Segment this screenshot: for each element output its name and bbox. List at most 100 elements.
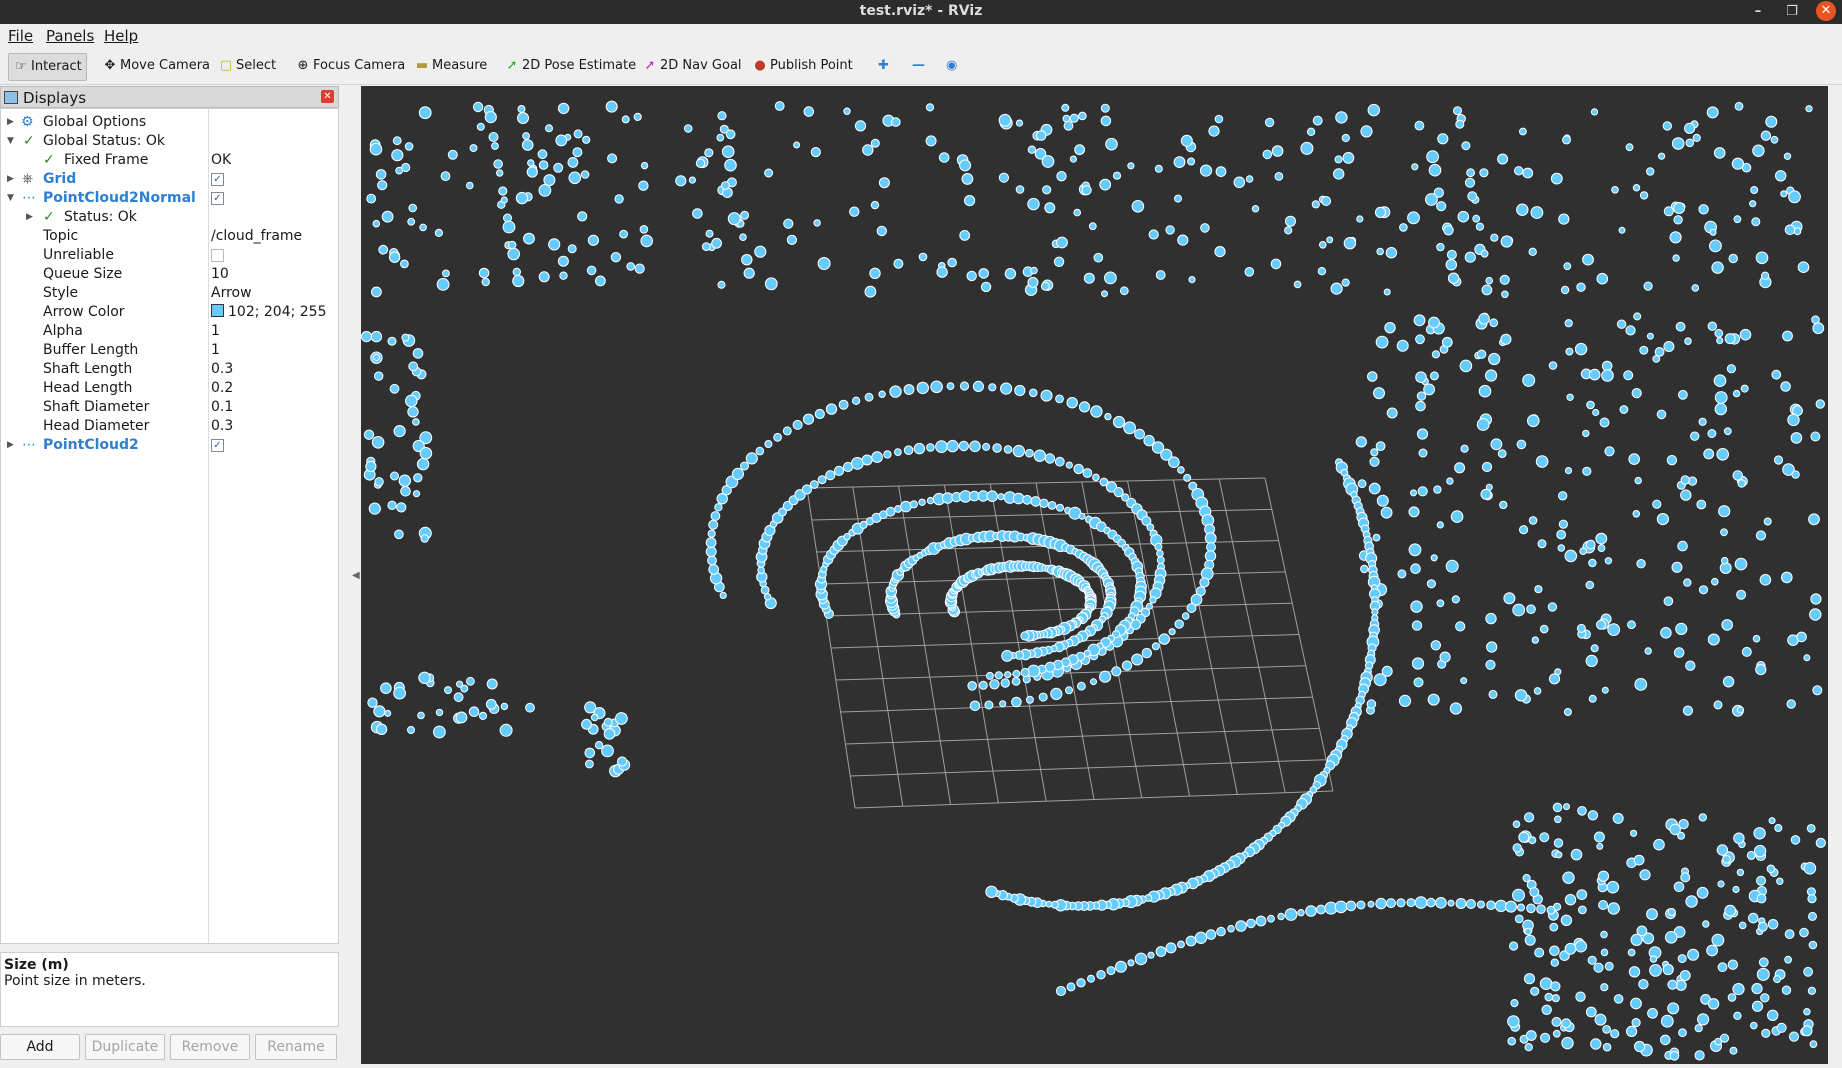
normal-arrow-head: [774, 101, 785, 111]
normal-arrow-head: [1756, 967, 1770, 981]
normal-arrow-head: [1787, 413, 1800, 427]
prop-value[interactable]: 0.3: [211, 417, 233, 436]
normal-arrow-head: [725, 129, 736, 140]
collapse-arrow-icon[interactable]: ▼: [7, 132, 14, 151]
normal-arrow-head: [538, 271, 550, 283]
normal-arrow-head: [1755, 664, 1767, 676]
3d-viewport[interactable]: [360, 86, 1828, 1064]
prop-row[interactable]: Arrow Color 102; 204; 255: [1, 303, 338, 322]
grid-checkbox[interactable]: ✓: [211, 173, 224, 186]
normal-arrow-head: [1523, 973, 1536, 985]
prop-row[interactable]: Unreliable: [1, 246, 338, 265]
select-button[interactable]: ▢ Select: [214, 53, 280, 79]
normal-arrow-head: [1154, 542, 1163, 551]
unreliable-checkbox[interactable]: [211, 249, 224, 262]
normal-arrow-head: [1454, 462, 1466, 474]
rename-button[interactable]: Rename: [255, 1034, 337, 1060]
normal-arrow-head: [1540, 1032, 1551, 1043]
prop-row[interactable]: Alpha 1: [1, 322, 338, 341]
focus-camera-button[interactable]: ⊕ Focus Camera: [291, 53, 409, 79]
normal-arrow-head: [1582, 466, 1592, 476]
splitter-handle[interactable]: ◀: [352, 570, 360, 581]
prop-value[interactable]: 10: [211, 265, 229, 284]
move-camera-button[interactable]: ✥ Move Camera: [98, 53, 214, 79]
normal-arrow-head: [1366, 699, 1377, 709]
remove-tool-icon[interactable]: —: [908, 53, 929, 79]
normal-arrow-head: [1092, 473, 1100, 482]
normal-arrow-head: [537, 149, 548, 160]
menu-panels[interactable]: Panels: [46, 27, 94, 45]
prop-value[interactable]: 0.3: [211, 360, 233, 379]
normal-arrow-head: [1312, 115, 1323, 126]
menu-file[interactable]: File: [8, 27, 33, 45]
normal-arrow-head: [871, 451, 883, 463]
tree-row-pointcloud2[interactable]: ▶ ⋯ PointCloud2 ✓: [1, 436, 338, 455]
normal-arrow-head: [1004, 671, 1012, 679]
prop-row[interactable]: Topic /cloud_frame: [1, 227, 338, 246]
pose-estimate-button[interactable]: ➚ 2D Pose Estimate: [500, 53, 640, 79]
tree-row-fixed-frame[interactable]: ✓ Fixed Frame OK: [1, 151, 338, 170]
normal-arrow-head: [1707, 321, 1718, 331]
close-panel-icon[interactable]: ✕: [321, 90, 334, 103]
measure-button[interactable]: ▬ Measure: [410, 53, 491, 79]
normal-arrow-head: [1739, 328, 1752, 341]
expand-arrow-icon[interactable]: ▶: [7, 113, 14, 132]
prop-row[interactable]: Queue Size 10: [1, 265, 338, 284]
prop-row[interactable]: Shaft Diameter 0.1: [1, 398, 338, 417]
nav-goal-button[interactable]: ➚ 2D Nav Goal: [638, 53, 746, 79]
menu-help[interactable]: Help: [104, 27, 138, 45]
pointcloud2-checkbox[interactable]: ✓: [211, 439, 224, 452]
prop-row[interactable]: Head Length 0.2: [1, 379, 338, 398]
tree-row-pointcloud2normal[interactable]: ▼ ⋯ PointCloud2Normal ✓: [1, 189, 338, 208]
prop-value[interactable]: /cloud_frame: [211, 227, 302, 246]
normal-arrow-head: [1716, 337, 1724, 345]
normal-arrow-head: [1654, 347, 1665, 357]
tree-row-grid[interactable]: ▶ ⎈ Grid ✓: [1, 170, 338, 189]
normal-arrow-head: [1808, 911, 1817, 921]
prop-row[interactable]: Shaft Length 0.3: [1, 360, 338, 379]
prop-row[interactable]: Style Arrow: [1, 284, 338, 303]
normal-arrow-head: [1056, 236, 1068, 249]
maximize-icon[interactable]: ❐: [1782, 2, 1802, 22]
prop-value[interactable]: Arrow: [211, 284, 252, 303]
add-button[interactable]: Add: [0, 1034, 80, 1060]
normal-arrow-head: [1246, 918, 1256, 929]
normal-arrow-head: [903, 384, 915, 395]
tree-row-global-status[interactable]: ▼ ✓ Global Status: Ok: [1, 132, 338, 151]
eye-icon[interactable]: ◉: [942, 53, 961, 79]
normal-arrow-head: [1168, 456, 1180, 469]
normal-arrow-head: [512, 267, 522, 277]
expand-arrow-icon[interactable]: ▶: [7, 436, 14, 455]
normal-arrow-head: [1522, 167, 1534, 179]
prop-row[interactable]: Buffer Length 1: [1, 341, 338, 360]
tree-row-status[interactable]: ▶ ✓ Status: Ok: [1, 208, 338, 227]
tree-row-global-options[interactable]: ▶ ⚙ Global Options: [1, 113, 338, 132]
expand-arrow-icon[interactable]: ▶: [26, 208, 33, 227]
normal-arrow-head: [1408, 543, 1422, 557]
prop-value[interactable]: 0.2: [211, 379, 233, 398]
normal-arrow-head: [1410, 489, 1417, 497]
normal-arrow-head: [412, 490, 421, 498]
prop-value[interactable]: 1: [211, 341, 220, 360]
prop-value[interactable]: 0.1: [211, 398, 233, 417]
normal-arrow-head: [478, 267, 490, 279]
minimize-icon[interactable]: –: [1748, 2, 1768, 22]
normal-arrow-head: [1082, 468, 1093, 478]
publish-point-button[interactable]: ● Publish Point: [748, 53, 857, 79]
pointcloud2normal-checkbox[interactable]: ✓: [211, 192, 224, 205]
remove-button[interactable]: Remove: [170, 1034, 250, 1060]
duplicate-button[interactable]: Duplicate: [85, 1034, 165, 1060]
normal-arrow-head: [1012, 444, 1025, 458]
collapse-arrow-icon[interactable]: ▼: [7, 189, 14, 208]
normal-arrow-head: [440, 171, 451, 181]
normal-arrow-head: [1375, 335, 1389, 349]
global-status-label: Global Status: Ok: [43, 133, 166, 149]
prop-value[interactable]: 1: [211, 322, 220, 341]
expand-arrow-icon[interactable]: ▶: [7, 170, 14, 189]
interact-button[interactable]: ☞ Interact: [8, 53, 87, 81]
arrow-color-value[interactable]: 102; 204; 255: [211, 303, 327, 322]
normal-arrow-head: [1500, 333, 1512, 345]
close-icon[interactable]: ✕: [1816, 1, 1836, 21]
prop-row[interactable]: Head Diameter 0.3: [1, 417, 338, 436]
add-tool-icon[interactable]: ✚: [874, 53, 893, 79]
